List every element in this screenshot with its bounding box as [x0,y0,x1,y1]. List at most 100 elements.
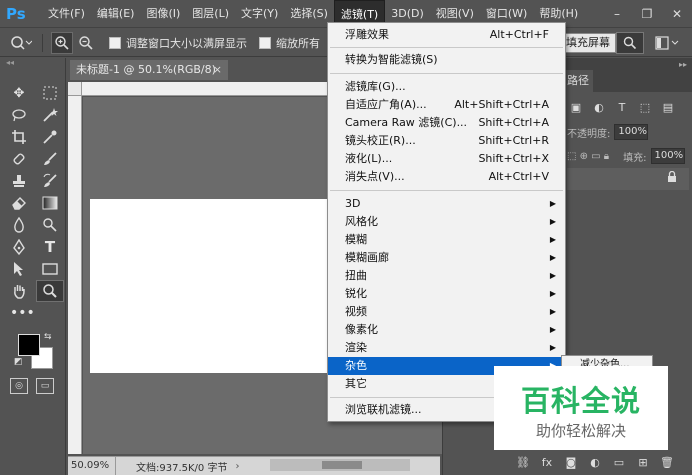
tools-collapse-icon[interactable]: ◂◂ [0,58,65,68]
gradient-tool-icon[interactable] [36,192,64,214]
minimize-button[interactable]: – [602,0,632,28]
blur-tool-icon[interactable] [5,214,33,236]
menu-item-label: 消失点(V)... [345,170,405,183]
eraser-tool-icon[interactable] [5,192,33,214]
zoom-tool-preset-icon[interactable] [6,32,36,54]
resize-windows-checkbox[interactable] [109,36,121,49]
menu-item-label: 浮雕效果 [345,28,389,41]
zoom-level[interactable]: 50.09% [68,456,116,475]
menu-item-convert-smart-filter[interactable]: 转换为智能滤镜(S) [328,51,565,69]
hand-tool-icon[interactable] [5,280,33,302]
menu-file[interactable]: 文件(F) [42,0,91,28]
link-layers-icon[interactable]: ⛓ [515,456,531,469]
menu-item-blur-gallery[interactable]: 模糊画廊 ▶ [328,249,565,267]
menu-item-shortcut: Alt+Ctrl+V [488,170,549,183]
rectangle-tool-icon[interactable] [36,258,64,280]
menu-item-filter-gallery[interactable]: 滤镜库(G)... [328,78,565,96]
menu-item-adaptive-wide-angle[interactable]: 自适应广角(A)... Alt+Shift+Ctrl+A [328,96,565,114]
adjustment-layer-icon[interactable]: ◐ [587,456,603,469]
document-tab[interactable]: 未标题-1 @ 50.1%(RGB/8) × [70,60,228,80]
document-info: 文档:937.5K/0 字节 [136,462,228,474]
marquee-tool-icon[interactable] [36,82,64,104]
zoom-tool-icon[interactable] [36,280,64,302]
healing-brush-tool-icon[interactable] [5,148,33,170]
foreground-color-swatch[interactable] [18,334,40,356]
photoshop-logo: Ps [6,4,26,23]
move-tool-icon[interactable]: ✥ [5,82,33,104]
background-layer-row[interactable] [567,168,689,190]
menu-item-label: 像素化 [345,323,378,336]
tool-bottom-row: ◎ ▭ [10,378,65,394]
menu-item-label: 其它 [345,377,367,390]
options-separator [42,33,43,52]
history-brush-tool-icon[interactable] [36,170,64,192]
status-menu-arrow[interactable]: › [235,461,239,472]
menu-image[interactable]: 图像(I) [140,0,186,28]
crop-tool-icon[interactable] [5,126,33,148]
brush-tool-icon[interactable] [36,148,64,170]
eyedropper-tool-icon[interactable] [36,126,64,148]
layer-effects-icon[interactable]: fx [539,456,555,469]
fill-input[interactable]: 100% [650,148,685,164]
magic-wand-tool-icon[interactable] [36,104,64,126]
zoom-all-checkbox[interactable] [259,36,271,49]
screen-mode-icon[interactable]: ▭ [36,378,54,394]
add-mask-icon[interactable]: ◙ [563,456,579,469]
menu-item-stylize[interactable]: 风格化 ▶ [328,213,565,231]
restore-button[interactable]: ❐ [632,0,662,28]
menu-layer[interactable]: 图层(L) [186,0,235,28]
fill-screen-button[interactable]: 填充屏幕 [560,33,616,53]
photoshop-window: Ps 文件(F) 编辑(E) 图像(I) 图层(L) 文字(Y) 选择(S) 滤… [0,0,692,475]
pen-tool-icon[interactable] [5,236,33,258]
zoom-in-icon[interactable] [51,31,73,54]
close-button[interactable]: ✕ [662,0,692,28]
new-group-icon[interactable]: ▭ [611,456,627,469]
menu-item-blur[interactable]: 模糊 ▶ [328,231,565,249]
type-filter-icon[interactable]: T [613,98,631,116]
menu-item-render[interactable]: 渲染 ▶ [328,339,565,357]
document-canvas[interactable] [90,199,330,373]
shape-filter-icon[interactable]: ⬚ [636,98,654,116]
menu-item-emboss[interactable]: 浮雕效果 Alt+Ctrl+F [328,26,565,44]
clone-stamp-tool-icon[interactable] [5,170,33,192]
search-icon[interactable] [616,32,644,54]
tab-paths[interactable]: 路径 [563,70,593,92]
menu-item-distort[interactable]: 扭曲 ▶ [328,267,565,285]
smart-object-filter-icon[interactable]: ▤ [659,98,677,116]
menu-item-shortcut: Shift+Ctrl+A [478,116,549,129]
menu-item-camera-raw[interactable]: Camera Raw 滤镜(C)... Shift+Ctrl+A [328,114,565,132]
more-tools-icon[interactable]: ••• [10,306,65,322]
scrollbar-thumb[interactable] [322,461,362,469]
menu-edit[interactable]: 编辑(E) [91,0,141,28]
submenu-arrow-icon: ▶ [549,289,556,298]
delete-layer-icon[interactable]: 🗑︎ [659,456,675,469]
pixel-filter-icon[interactable]: ▣ [567,98,585,116]
zoom-out-icon[interactable] [75,32,97,54]
menu-item-liquify[interactable]: 液化(L)... Shift+Ctrl+X [328,150,565,168]
close-document-icon[interactable]: × [213,60,222,80]
menu-separator [330,73,563,74]
dodge-tool-icon[interactable] [36,214,64,236]
workspace-switcher-icon[interactable] [650,32,686,54]
adjustment-filter-icon[interactable]: ◐ [590,98,608,116]
lock-icons[interactable]: ⬚ ⊕ ▭ 🔒︎ [567,151,609,162]
submenu-arrow-icon: ▶ [549,253,556,262]
menu-item-3d[interactable]: 3D ▶ [328,195,565,213]
menu-type[interactable]: 文字(Y) [235,0,284,28]
quick-mask-icon[interactable]: ◎ [10,378,28,394]
menu-item-vanishing-point[interactable]: 消失点(V)... Alt+Ctrl+V [328,168,565,186]
opacity-input[interactable]: 100% [614,124,649,140]
type-tool-icon[interactable]: T [36,236,64,258]
vertical-ruler[interactable] [68,96,82,454]
horizontal-scrollbar[interactable] [270,459,410,471]
lasso-tool-icon[interactable] [5,104,33,126]
new-layer-icon[interactable]: ⊞ [635,456,651,469]
path-selection-tool-icon[interactable] [5,258,33,280]
menu-item-pixelate[interactable]: 像素化 ▶ [328,321,565,339]
menu-item-lens-correction[interactable]: 镜头校正(R)... Shift+Ctrl+R [328,132,565,150]
default-colors-icon[interactable]: ◩ [14,357,23,367]
menu-item-sharpen[interactable]: 锐化 ▶ [328,285,565,303]
swap-colors-icon[interactable]: ⇆ [44,332,52,342]
panel-collapse-icon[interactable]: ▸▸ [679,60,687,69]
menu-item-video[interactable]: 视频 ▶ [328,303,565,321]
